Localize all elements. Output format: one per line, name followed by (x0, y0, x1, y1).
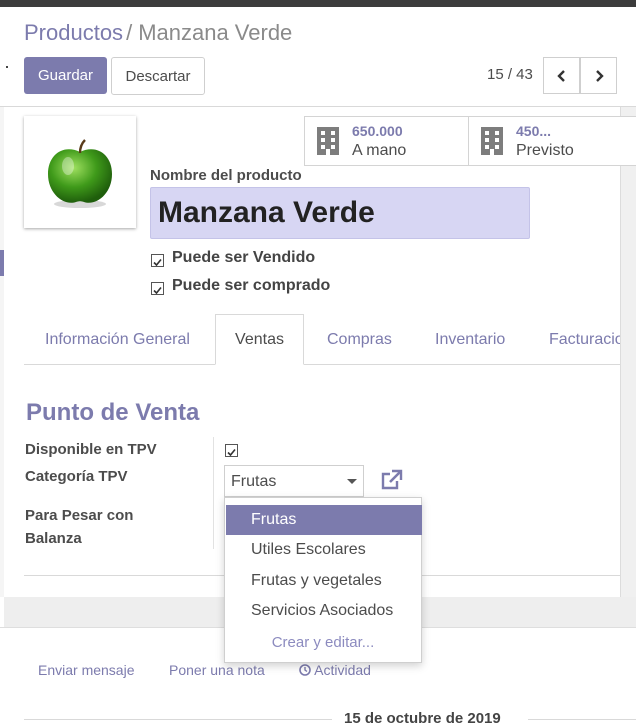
dropdown-create-and-edit[interactable]: Crear y editar... (225, 634, 421, 651)
to-weigh-label-line1: Para Pesar con (25, 507, 134, 524)
log-note-link[interactable]: Poner una nota (169, 662, 265, 678)
tab-compras[interactable]: Compras (327, 331, 392, 349)
clock-icon (299, 664, 311, 676)
pos-category-value: Frutas (231, 473, 277, 490)
tab-ventas[interactable]: Ventas (215, 314, 304, 365)
discard-button[interactable]: Descartar (111, 57, 205, 95)
on-hand-value: 650.000 (352, 123, 403, 139)
right-scroll-area (620, 107, 636, 597)
label-value-separator (213, 437, 214, 549)
building-icon (481, 127, 503, 155)
top-bar (0, 0, 636, 7)
pos-category-select[interactable]: Frutas (224, 465, 364, 497)
pager-previous-button[interactable] (543, 57, 580, 94)
date-separator-line-right (528, 719, 636, 720)
caret-down-icon (347, 479, 357, 484)
dropdown-option-utiles-escolares[interactable]: Utiles Escolares (226, 535, 422, 565)
external-link-button[interactable] (379, 467, 405, 493)
stray-dot (6, 66, 8, 68)
chevron-left-icon (556, 69, 565, 82)
product-name-value: Manzana Verde (158, 196, 375, 229)
check-icon (153, 258, 162, 267)
breadcrumb-separator: / (126, 20, 133, 45)
send-message-link[interactable]: Enviar mensaje (38, 662, 135, 678)
chevron-right-icon (595, 69, 604, 82)
product-name-input[interactable]: Manzana Verde (150, 187, 530, 239)
breadcrumb-current: Manzana Verde (138, 20, 293, 45)
product-image[interactable] (24, 116, 136, 228)
building-icon (317, 127, 339, 155)
to-weigh-label-line2: Balanza (25, 530, 82, 547)
check-icon (227, 448, 236, 457)
tab-informacion-general[interactable]: Información General (45, 331, 190, 349)
pos-section-title: Punto de Venta (26, 399, 200, 426)
can-be-sold-checkbox[interactable] (151, 254, 164, 267)
dropdown-option-frutas[interactable]: Frutas (226, 505, 422, 535)
on-hand-stat-button[interactable]: 650.000 A mano (304, 116, 471, 166)
forecast-label: Previsto (516, 142, 574, 159)
pager-value[interactable]: 15 / 43 (487, 66, 533, 83)
breadcrumb-parent-link[interactable]: Productos (24, 20, 123, 45)
breadcrumb: Productos / Manzana Verde (24, 20, 292, 46)
green-apple-image (48, 139, 112, 208)
activity-label: Actividad (314, 662, 371, 678)
pos-category-dropdown: Frutas Utiles Escolares Frutas y vegetal… (224, 497, 422, 663)
available-in-pos-label: Disponible en TPV (25, 441, 157, 458)
forecast-value: 450... (516, 123, 552, 139)
external-link-icon (381, 469, 403, 490)
tab-inventario[interactable]: Inventario (435, 331, 505, 349)
can-be-purchased-checkbox[interactable] (151, 282, 164, 295)
date-separator: 15 de octubre de 2019 (344, 710, 501, 727)
pos-category-label: Categoría TPV (25, 468, 128, 485)
dropdown-option-frutas-y-vegetales[interactable]: Frutas y vegetales (226, 566, 422, 596)
date-separator-line-left (24, 719, 332, 720)
product-name-label: Nombre del producto (150, 167, 302, 184)
check-icon (153, 286, 162, 295)
on-hand-label: A mano (352, 142, 407, 159)
forecast-stat-button[interactable]: 450... Previsto (468, 116, 636, 166)
save-button[interactable]: Guardar (24, 57, 107, 94)
pager-next-button[interactable] (580, 57, 617, 94)
activity-link[interactable]: Actividad (299, 662, 371, 678)
available-in-pos-checkbox[interactable] (225, 444, 238, 457)
tabs-baseline (24, 364, 620, 365)
can-be-sold-label: Puede ser Vendido (172, 249, 316, 266)
can-be-purchased-label: Puede ser comprado (172, 277, 331, 294)
tab-facturacion[interactable]: Facturacio (549, 331, 620, 349)
dropdown-option-servicios-asociados[interactable]: Servicios Asociados (226, 596, 422, 626)
